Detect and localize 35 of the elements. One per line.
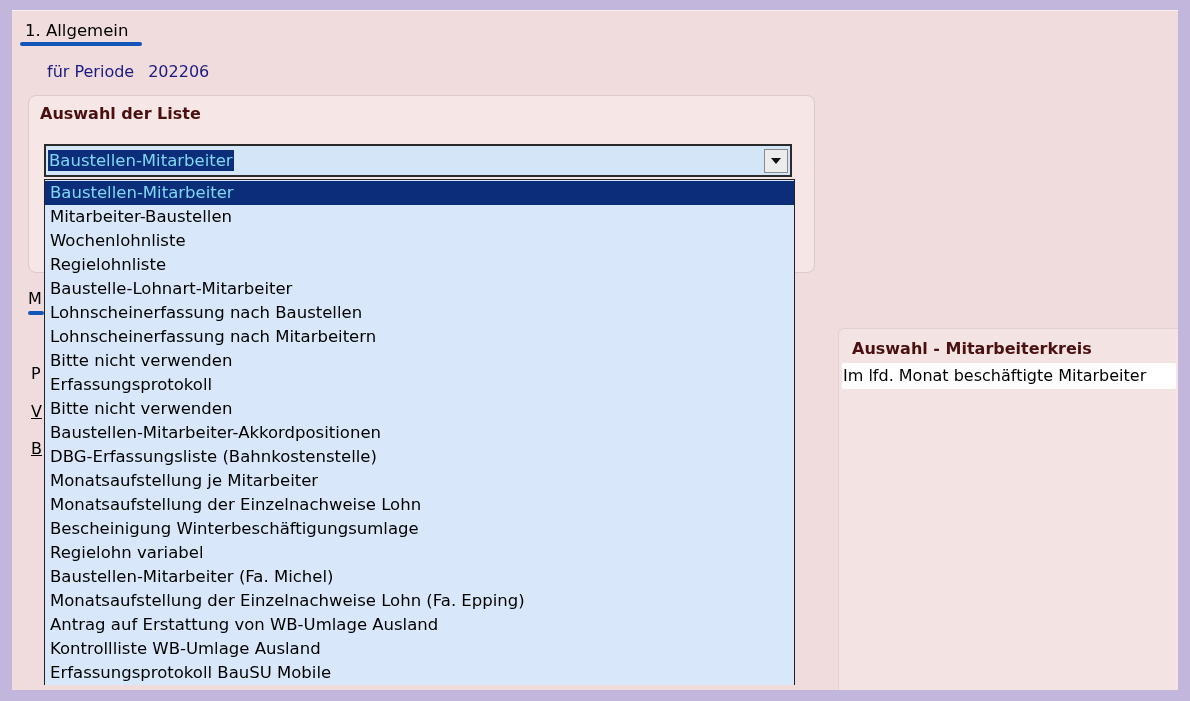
group-title: Auswahl - Mitarbeiterkreis: [852, 338, 1092, 359]
list-option[interactable]: Erfassungsprotokoll BauSU Mobile: [45, 661, 794, 685]
list-option[interactable]: Kontrollliste WB-Umlage Ausland: [45, 637, 794, 661]
list-option[interactable]: Antrag auf Erstattung von WB-Umlage Ausland: [45, 613, 794, 637]
list-option[interactable]: Monatsaufstellung der Einzelnachweise Lohn: [45, 493, 794, 517]
group-title: Auswahl der Liste: [40, 103, 201, 124]
field-label: V: [31, 401, 42, 421]
list-option[interactable]: Lohnscheinerfassung nach Baustellen: [45, 301, 794, 325]
list-option[interactable]: Baustellen-Mitarbeiter-Akkordpositionen: [45, 421, 794, 445]
list-option[interactable]: Monatsaufstellung der Einzelnachweise Lohn (Fa. Epping): [45, 589, 794, 613]
list-option[interactable]: Mitarbeiter-Baustellen: [45, 205, 794, 229]
list-option[interactable]: Erfassungsprotokoll: [45, 373, 794, 397]
list-option[interactable]: Regielohn variabel: [45, 541, 794, 565]
list-option[interactable]: Baustelle-Lohnart-Mitarbeiter: [45, 277, 794, 301]
list-option[interactable]: Bitte nicht verwenden: [45, 397, 794, 421]
focus-underline: [28, 311, 44, 315]
list-option[interactable]: Baustellen-Mitarbeiter (Fa. Michel): [45, 565, 794, 589]
list-option[interactable]: Monatsaufstellung je Mitarbeiter: [45, 469, 794, 493]
period-value: 202206: [148, 62, 210, 82]
period-label: für Periode: [47, 62, 135, 82]
caret-down-icon: [771, 157, 781, 164]
section-heading: M: [28, 289, 42, 308]
list-option[interactable]: Bitte nicht verwenden: [45, 349, 794, 373]
list-option[interactable]: Bescheinigung Winterbeschäftigungsumlage: [45, 517, 794, 541]
field-label: P: [31, 364, 41, 383]
section-heading: 1. Allgemein: [24, 20, 129, 41]
list-option[interactable]: Wochenlohnliste: [45, 229, 794, 253]
list-option[interactable]: Regielohnliste: [45, 253, 794, 277]
list-option[interactable]: Baustellen-Mitarbeiter: [45, 181, 794, 205]
list-combobox[interactable]: Baustellen-Mitarbeiter: [44, 144, 792, 177]
list-option[interactable]: Lohnscheinerfassung nach Mitarbeitern: [45, 325, 794, 349]
field-label: B: [31, 439, 42, 458]
list-option[interactable]: DBG-Erfassungsliste (Bahnkostenstelle): [45, 445, 794, 469]
employee-scope-field[interactable]: Im lfd. Monat beschäftigte Mitarbeiter: [842, 363, 1176, 389]
dropdown-button[interactable]: [764, 148, 788, 173]
